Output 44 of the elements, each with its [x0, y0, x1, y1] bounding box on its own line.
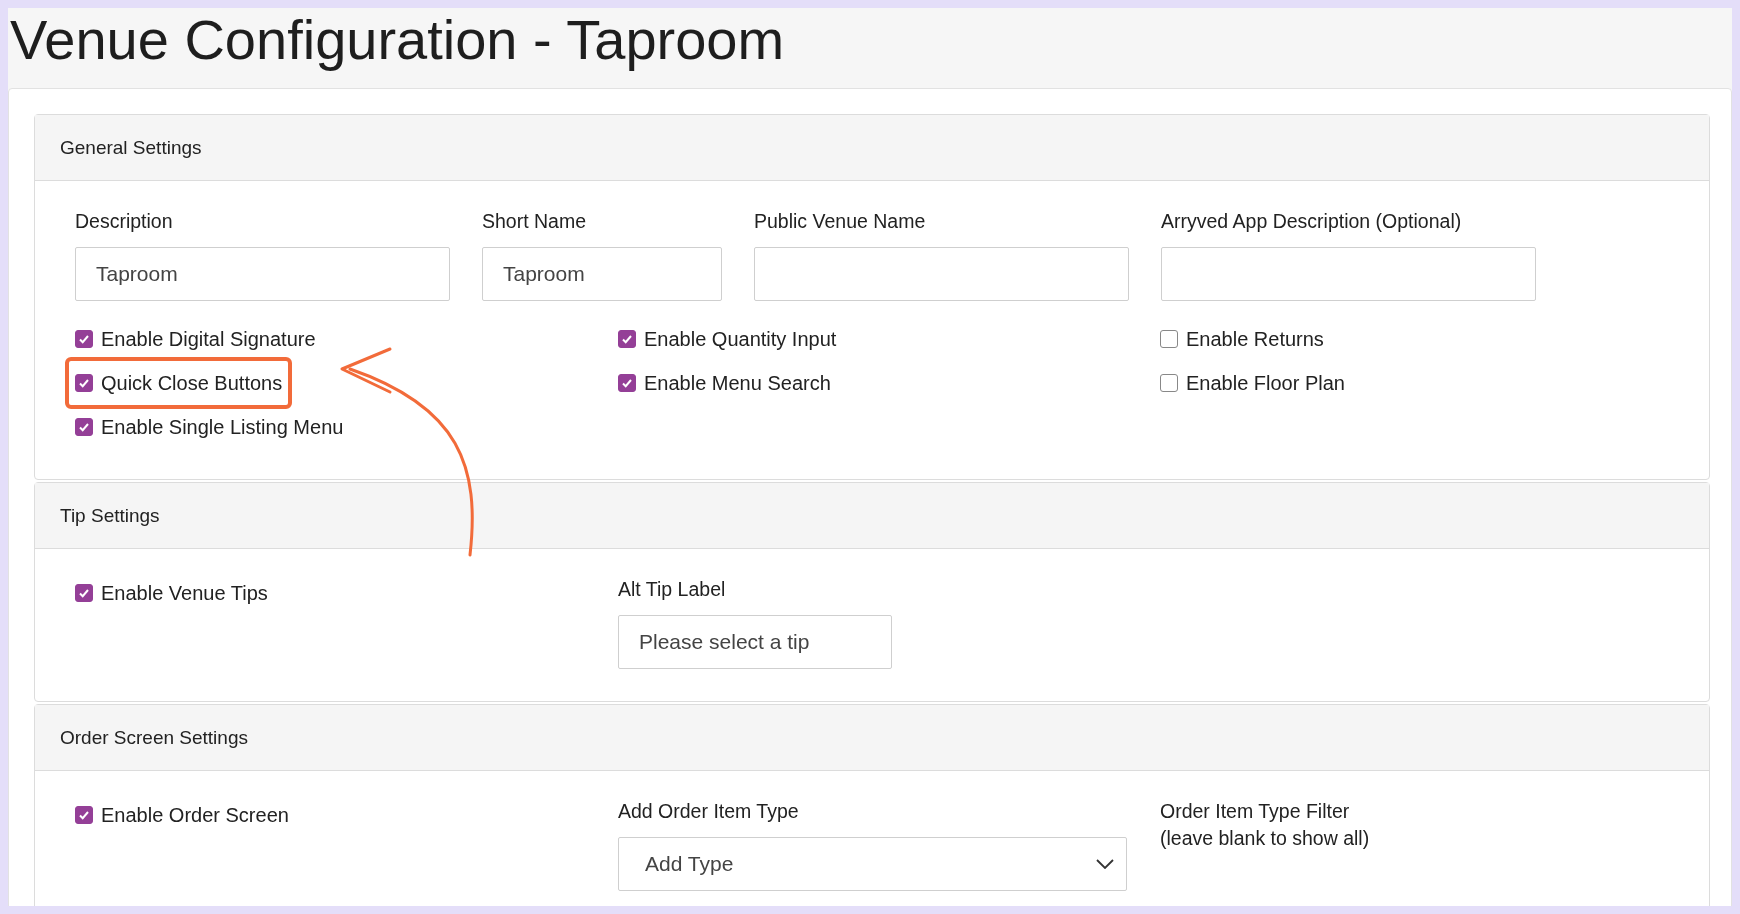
- checkbox-label: Enable Digital Signature: [101, 327, 316, 351]
- field-label: Public Venue Name: [754, 209, 927, 233]
- text-field[interactable]: [1161, 247, 1536, 301]
- checkbox[interactable]: [618, 330, 636, 348]
- page-title: Venue Configuration - Taproom: [9, 8, 786, 73]
- checkbox[interactable]: [75, 584, 93, 602]
- text-field[interactable]: [754, 247, 1129, 301]
- section-title: Order Screen Settings: [35, 705, 1709, 771]
- checkbox-label: Enable Single Listing Menu: [101, 415, 344, 439]
- field-label: Description: [75, 209, 174, 233]
- checkbox-label: Quick Close Buttons: [101, 371, 283, 395]
- check-icon: [78, 421, 90, 433]
- field-label: Alt Tip Label: [618, 577, 727, 601]
- checkbox[interactable]: [618, 374, 636, 392]
- checkbox-label: Enable Returns: [1186, 327, 1324, 351]
- checkbox[interactable]: [1160, 374, 1178, 392]
- text-field[interactable]: Please select a tip: [618, 615, 892, 669]
- check-icon: [621, 333, 633, 345]
- field-label: Arryved App Description (Optional): [1161, 209, 1463, 233]
- checkbox-label: Enable Order Screen: [101, 803, 289, 827]
- section-title: General Settings: [35, 115, 1709, 181]
- checkbox[interactable]: [1160, 330, 1178, 348]
- section-title: Tip Settings: [35, 483, 1709, 549]
- field-label: Short Name: [482, 209, 588, 233]
- checkbox-label: Enable Menu Search: [644, 371, 831, 395]
- text-field[interactable]: Taproom: [482, 247, 722, 301]
- chevron-down-icon: [1096, 859, 1114, 869]
- field-hint: (leave blank to show all): [1160, 826, 1371, 851]
- field-label: Add Order Item Type: [618, 799, 800, 823]
- checkbox[interactable]: [75, 806, 93, 824]
- field-label: Order Item Type Filter: [1160, 799, 1351, 823]
- checkbox[interactable]: [75, 374, 93, 392]
- check-icon: [621, 377, 633, 389]
- check-icon: [78, 809, 90, 821]
- checkbox-label: Enable Floor Plan: [1186, 371, 1345, 395]
- check-icon: [78, 587, 90, 599]
- checkbox[interactable]: [75, 330, 93, 348]
- text-field[interactable]: Taproom: [75, 247, 450, 301]
- checkbox-label: Enable Quantity Input: [644, 327, 837, 351]
- select-field[interactable]: Add Type: [618, 837, 1127, 891]
- checkbox-label: Enable Venue Tips: [101, 581, 268, 605]
- checkbox[interactable]: [75, 418, 93, 436]
- check-icon: [78, 377, 90, 389]
- check-icon: [78, 333, 90, 345]
